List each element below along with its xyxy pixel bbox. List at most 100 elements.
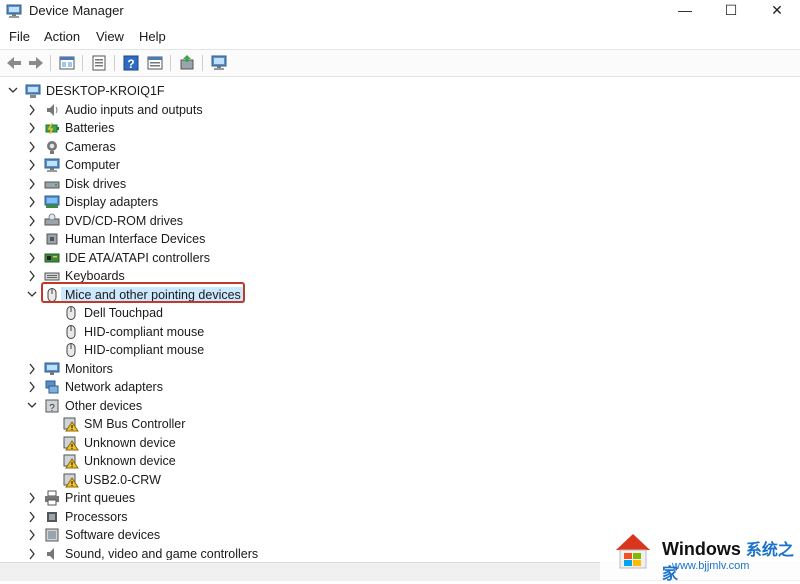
expand-chevron-icon[interactable] <box>27 360 37 378</box>
device-tree[interactable]: DESKTOP-KROIQ1F Audio inputs and outputs B… <box>0 80 800 560</box>
tree-category[interactable]: Network adapters <box>0 378 800 396</box>
expand-chevron-icon[interactable] <box>27 508 37 526</box>
expand-chevron-icon[interactable] <box>27 526 37 544</box>
hid-icon <box>46 233 58 245</box>
expand-chevron-icon[interactable] <box>27 193 37 211</box>
watermark-url: www.bjjmlv.com <box>672 560 750 572</box>
tree-category[interactable]: IDE ATA/ATAPI controllers <box>0 249 800 267</box>
show-hidden-icon[interactable] <box>90 54 108 72</box>
network-adapter-icon <box>45 380 59 394</box>
toolbar: ? <box>0 49 800 77</box>
warning-device-icon <box>63 417 79 432</box>
tree-item-label: Other devices <box>65 398 143 413</box>
tree-item-label: IDE ATA/ATAPI controllers <box>65 250 210 265</box>
close-button[interactable]: ✕ <box>754 0 800 22</box>
tree-root-computer[interactable]: DESKTOP-KROIQ1F <box>0 82 800 100</box>
tree-item-label: DVD/CD-ROM drives <box>65 213 184 228</box>
toolbar-separator <box>170 55 171 71</box>
expand-chevron-icon[interactable] <box>27 267 37 285</box>
expand-chevron-icon[interactable] <box>27 119 37 137</box>
tree-item-label: HID-compliant mouse <box>84 343 205 357</box>
tree-category[interactable]: Monitors <box>0 360 800 378</box>
expand-chevron-icon[interactable] <box>27 138 37 156</box>
expand-chevron-icon[interactable] <box>27 212 37 230</box>
tree-category[interactable]: ? Other devices <box>0 397 800 415</box>
collapse-chevron-icon[interactable] <box>27 397 37 415</box>
tree-category[interactable]: Audio inputs and outputs <box>0 101 800 119</box>
menu-bar: File Action View Help <box>0 27 800 47</box>
mouse-icon <box>66 306 76 320</box>
menu-view[interactable]: View <box>96 29 124 44</box>
view-icon[interactable] <box>146 54 164 72</box>
tree-category[interactable]: Human Interface Devices <box>0 230 800 248</box>
svg-text:?: ? <box>49 403 55 414</box>
minimize-icon: — <box>678 2 692 18</box>
expand-chevron-icon[interactable] <box>27 101 37 119</box>
tree-category[interactable]: Computer <box>0 156 800 174</box>
tree-device[interactable]: HID-compliant mouse <box>0 323 800 341</box>
maximize-button[interactable]: ☐ <box>708 0 754 22</box>
tree-item-label: Computer <box>65 158 120 172</box>
properties-icon[interactable] <box>58 54 76 72</box>
camera-icon <box>47 140 57 154</box>
mouse-icon <box>66 324 76 339</box>
menu-help[interactable]: Help <box>139 29 166 44</box>
update-driver-icon[interactable] <box>178 54 196 72</box>
printer-icon <box>45 490 59 506</box>
tree-item-label: Human Interface Devices <box>65 232 206 246</box>
warning-device-icon <box>63 454 79 469</box>
menu-action[interactable]: Action <box>44 29 80 44</box>
dvd-drive-icon <box>44 213 60 225</box>
tree-item-label: Cameras <box>65 139 116 154</box>
tree-device[interactable]: Dell Touchpad <box>0 304 800 322</box>
forward-icon[interactable] <box>27 54 45 72</box>
scan-hardware-icon[interactable] <box>210 54 228 72</box>
tree-item-label: USB2.0-CRW <box>84 472 161 487</box>
tree-item-label: Batteries <box>65 121 115 135</box>
sound-controller-icon <box>47 547 54 560</box>
tree-category[interactable]: Disk drives <box>0 175 800 193</box>
tree-item-label: Processors <box>65 509 128 524</box>
tree-category[interactable]: Batteries <box>0 119 800 137</box>
back-icon[interactable] <box>5 54 23 72</box>
collapse-chevron-icon[interactable] <box>27 286 37 304</box>
tree-device[interactable]: USB2.0-CRW <box>0 471 800 489</box>
other-devices-icon: ? <box>45 399 59 414</box>
device-manager-app-icon <box>6 4 22 18</box>
expand-chevron-icon[interactable] <box>27 249 37 267</box>
tree-item-label: Dell Touchpad <box>84 306 163 320</box>
tree-item-label: Unknown device <box>84 454 176 468</box>
tree-item-label: Unknown device <box>84 435 176 450</box>
monitor-icon <box>44 362 60 375</box>
tree-device[interactable]: Unknown device <box>0 434 800 452</box>
help-icon[interactable]: ? <box>122 54 140 72</box>
tree-item-label: Monitors <box>65 361 113 376</box>
title-bar[interactable]: Device Manager — ☐ ✕ <box>0 0 800 26</box>
tree-category[interactable]: Display adapters <box>0 193 800 211</box>
tree-item-label: Network adapters <box>65 380 163 394</box>
tree-category[interactable]: DVD/CD-ROM drives <box>0 212 800 230</box>
tree-item-label: Software devices <box>65 528 161 542</box>
menu-file[interactable]: File <box>9 29 30 44</box>
toolbar-separator <box>114 55 115 71</box>
tree-device[interactable]: Unknown device <box>0 452 800 470</box>
maximize-icon: ☐ <box>724 2 738 18</box>
expand-chevron-icon[interactable] <box>27 156 37 174</box>
expand-chevron-icon[interactable] <box>27 545 37 561</box>
tree-item-label: HID-compliant mouse <box>84 324 205 339</box>
expand-chevron-icon[interactable] <box>27 378 37 396</box>
computer-root-icon <box>25 84 41 98</box>
tree-device[interactable]: HID-compliant mouse <box>0 341 800 359</box>
expand-chevron-icon[interactable] <box>27 230 37 248</box>
tree-category[interactable]: Cameras <box>0 138 800 156</box>
tree-item-label: DESKTOP-KROIQ1F <box>46 84 165 98</box>
expand-chevron-icon[interactable] <box>27 175 37 193</box>
windows-logo-icon <box>616 534 650 569</box>
tree-category[interactable]: Print queues <box>0 489 800 507</box>
minimize-button[interactable]: — <box>662 0 708 22</box>
toolbar-separator <box>202 55 203 71</box>
tree-device[interactable]: SM Bus Controller <box>0 415 800 433</box>
expand-chevron-icon[interactable] <box>27 489 37 507</box>
watermark: Windows 系统之家 www.bjjmlv.com <box>600 520 800 583</box>
collapse-chevron-icon[interactable] <box>8 82 18 100</box>
